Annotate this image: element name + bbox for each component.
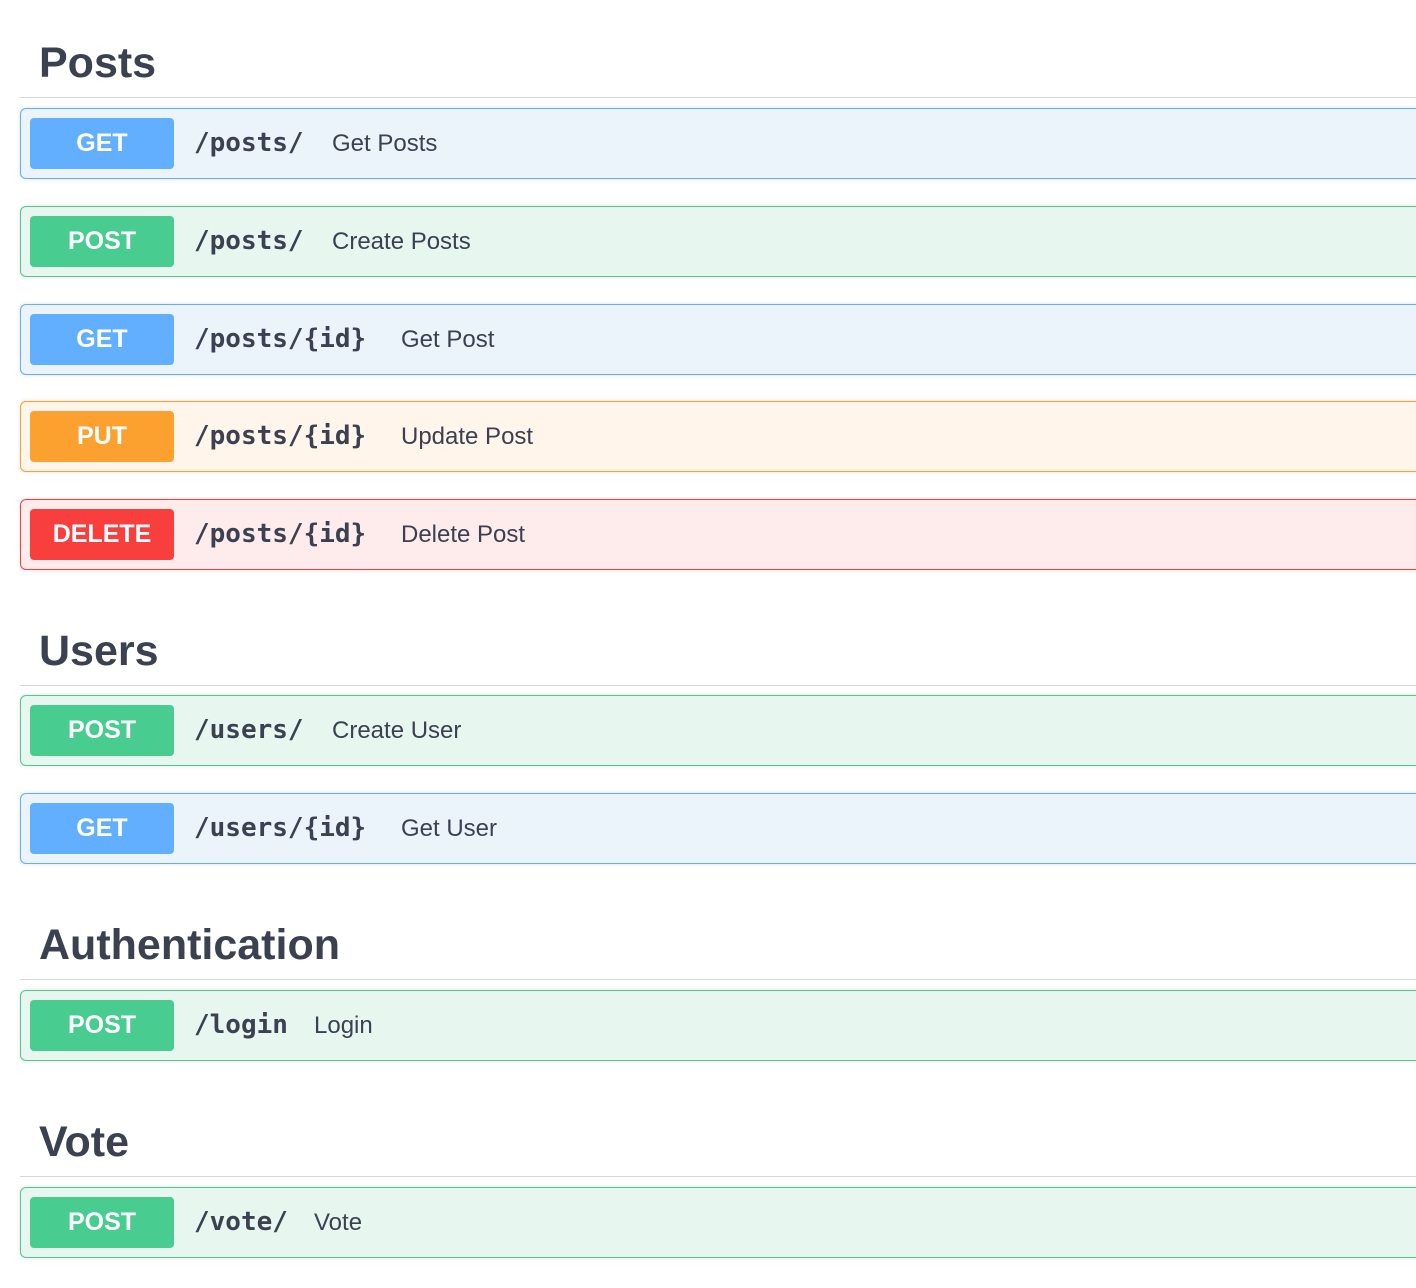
operation-summary: Delete Post bbox=[401, 521, 526, 548]
operation-path: /posts/{id} bbox=[194, 519, 367, 549]
operation-summary: Update Post bbox=[401, 423, 534, 450]
section-title: Authentication bbox=[39, 921, 340, 969]
operation-summary: Create Posts bbox=[332, 228, 471, 255]
section-title: Posts bbox=[39, 39, 157, 87]
operation-summary: Login bbox=[314, 1012, 373, 1039]
section-vote: Vote bbox=[20, 1089, 1416, 1177]
operation-post-vote[interactable]: POST /vote/ Vote bbox=[20, 1187, 1416, 1258]
operation-path: /users/ bbox=[194, 715, 304, 745]
method-badge: DELETE bbox=[30, 509, 174, 560]
operation-path: /vote/ bbox=[194, 1207, 288, 1237]
operation-path: /posts/{id} bbox=[194, 421, 367, 451]
section-posts: Posts bbox=[20, 10, 1416, 98]
operation-path: /posts/ bbox=[194, 226, 304, 256]
operation-get-post[interactable]: GET /posts/{id} Get Post bbox=[20, 304, 1416, 375]
operation-summary: Create User bbox=[332, 717, 462, 744]
operation-path: /users/{id} bbox=[194, 813, 367, 843]
section-heading-posts[interactable]: Posts bbox=[20, 10, 1416, 98]
operation-summary: Get Posts bbox=[332, 130, 438, 157]
operation-post-login[interactable]: POST /login Login bbox=[20, 990, 1416, 1061]
operation-summary: Vote bbox=[314, 1209, 363, 1236]
operation-get-posts[interactable]: GET /posts/ Get Posts bbox=[20, 108, 1416, 179]
operation-post-users[interactable]: POST /users/ Create User bbox=[20, 695, 1416, 766]
method-badge: POST bbox=[30, 216, 174, 267]
operation-get-user[interactable]: GET /users/{id} Get User bbox=[20, 793, 1416, 864]
method-badge: POST bbox=[30, 705, 174, 756]
operation-summary: Get Post bbox=[401, 326, 495, 353]
method-badge: GET bbox=[30, 803, 174, 854]
section-heading-vote[interactable]: Vote bbox=[20, 1089, 1416, 1177]
operation-put-post[interactable]: PUT /posts/{id} Update Post bbox=[20, 401, 1416, 472]
section-title: Vote bbox=[39, 1118, 129, 1166]
method-badge: PUT bbox=[30, 411, 174, 462]
section-authentication: Authentication bbox=[20, 892, 1416, 980]
operation-summary: Get User bbox=[401, 815, 498, 842]
method-badge: GET bbox=[30, 314, 174, 365]
operation-path: /login bbox=[194, 1010, 288, 1040]
section-users: Users bbox=[20, 598, 1416, 686]
section-heading-authentication[interactable]: Authentication bbox=[20, 892, 1416, 980]
operation-delete-post[interactable]: DELETE /posts/{id} Delete Post bbox=[20, 499, 1416, 570]
section-heading-users[interactable]: Users bbox=[20, 598, 1416, 686]
operation-post-posts[interactable]: POST /posts/ Create Posts bbox=[20, 206, 1416, 277]
operation-path: /posts/ bbox=[194, 128, 304, 158]
method-badge: GET bbox=[30, 118, 174, 169]
method-badge: POST bbox=[30, 1197, 174, 1248]
operation-path: /posts/{id} bbox=[194, 324, 367, 354]
method-badge: POST bbox=[30, 1000, 174, 1051]
section-title: Users bbox=[39, 627, 159, 675]
